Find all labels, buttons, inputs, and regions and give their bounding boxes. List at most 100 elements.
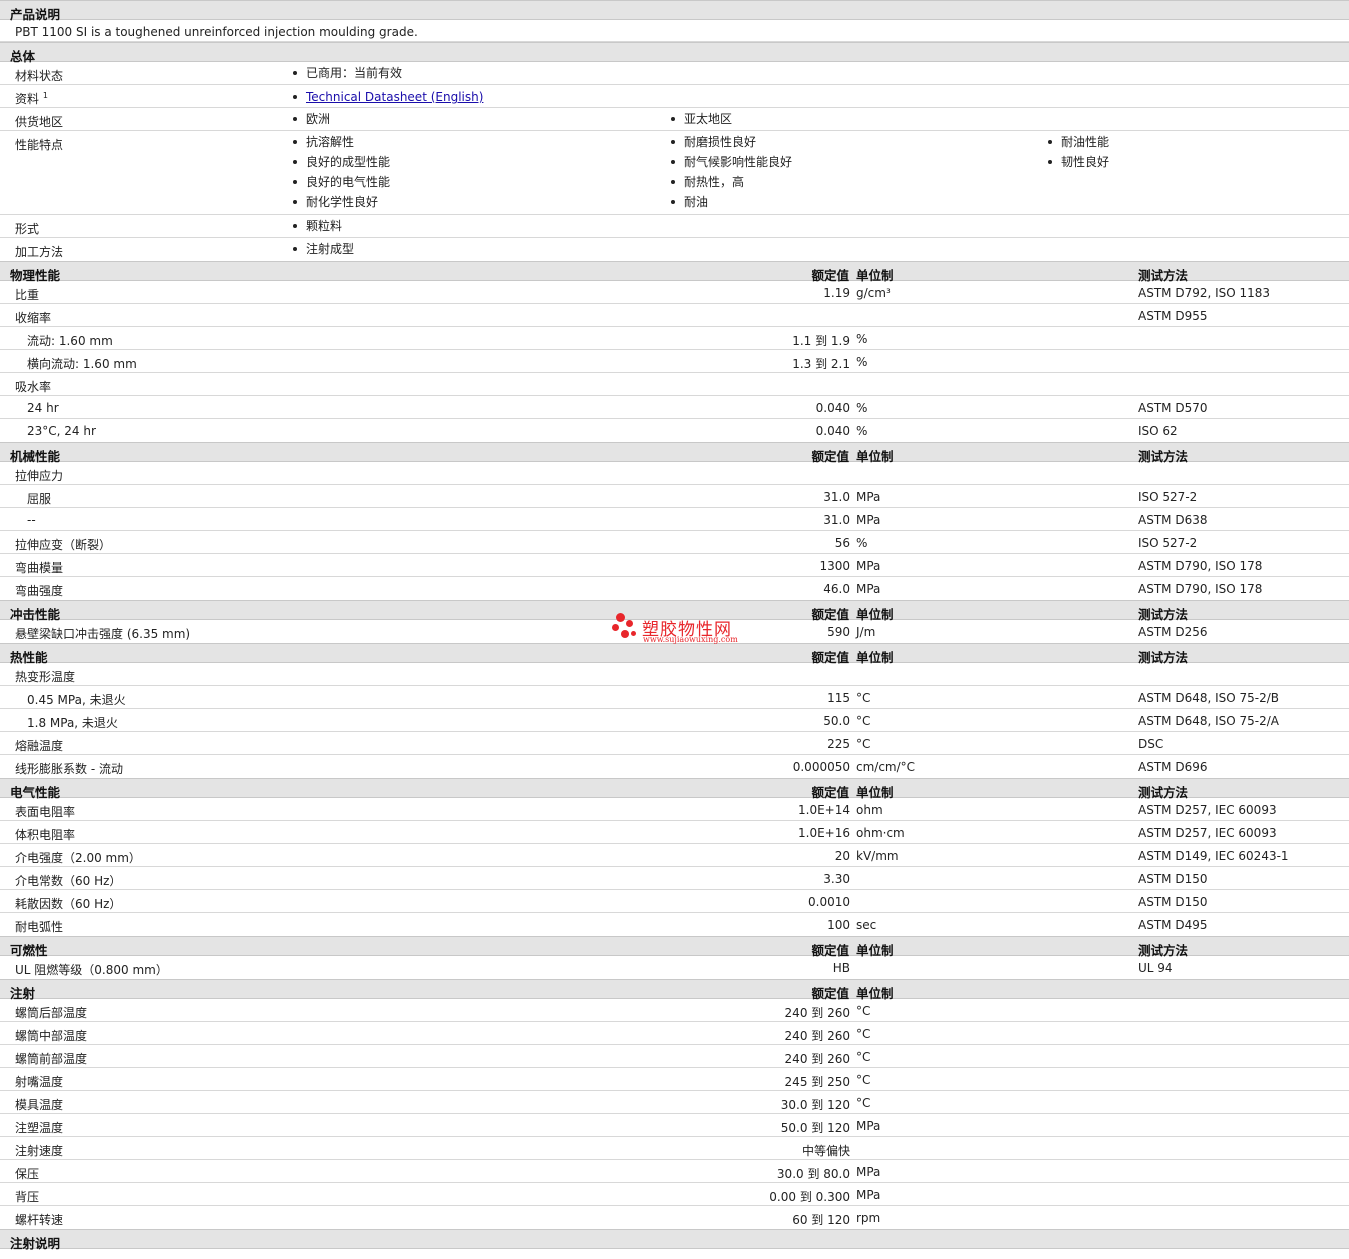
property-value: 56: [834, 536, 850, 550]
property-unit: MPa: [856, 582, 881, 596]
property-test-method: ASTM D149, IEC 60243-1: [1138, 849, 1289, 863]
property-test-method: ASTM D257, IEC 60093: [1138, 803, 1277, 817]
product-description-row: PBT 1100 SI is a toughened unreinforced …: [0, 20, 1349, 42]
table-row: 比重 1.19 g/cm³ ASTM D792, ISO 1183: [0, 281, 1349, 304]
property-label: 流动: 1.60 mm: [27, 334, 113, 348]
property-value: 240 到 260: [784, 1052, 850, 1066]
list-item: 耐热性，高: [668, 172, 792, 192]
section-title: 注射说明: [10, 1236, 61, 1251]
table-row: 流动: 1.60 mm 1.1 到 1.9%: [0, 327, 1349, 350]
table-row: 背压 0.00 到 0.300 MPa: [0, 1183, 1349, 1206]
features-column-1: 抗溶解性 良好的成型性能 良好的电气性能 耐化学性良好: [290, 132, 390, 212]
property-value: 60 到 120: [792, 1213, 850, 1227]
table-row: 体积电阻率 1.0E+16 ohm·cm ASTM D257, IEC 60093: [0, 821, 1349, 844]
list-item: Technical Datasheet (English): [290, 87, 483, 107]
list-item: 注射成型: [290, 239, 354, 259]
features-column-3: 耐油性能 韧性良好: [1045, 132, 1109, 172]
property-label: 1.8 MPa, 未退火: [27, 716, 118, 730]
table-row: 介电强度（2.00 mm） 20 kV/mm ASTM D149, IEC 60243…: [0, 844, 1349, 867]
property-test-method: UL 94: [1138, 961, 1173, 975]
property-value: 50.0: [823, 714, 850, 728]
property-test-method: ASTM D790, ISO 178: [1138, 582, 1263, 596]
general-label: 材料状态: [15, 69, 64, 83]
property-value: 245 到 250: [784, 1075, 850, 1089]
property-test-method: ISO 527-2: [1138, 490, 1198, 504]
property-unit: °C: [856, 714, 871, 728]
property-test-method: ASTM D495: [1138, 918, 1208, 932]
property-label: 体积电阻率: [15, 828, 76, 842]
property-unit: °C: [856, 1073, 871, 1087]
list-item: 耐气候影响性能良好: [668, 152, 792, 172]
property-label: 横向流动: 1.60 mm: [27, 357, 137, 371]
property-test-method: ASTM D648, ISO 75-2/A: [1138, 714, 1279, 728]
general-row-supply-region: 供货地区 欧洲 亚太地区: [0, 108, 1349, 131]
property-value: 30.0 到 120: [780, 1098, 850, 1112]
property-unit: ohm: [856, 803, 883, 817]
list-item: 耐油: [668, 192, 792, 212]
general-values: 已商用：当前有效: [290, 63, 402, 83]
property-value: HB: [832, 961, 850, 975]
property-value: 1.19: [823, 286, 850, 300]
property-label: 背压: [15, 1190, 40, 1204]
property-value: 240 到 260: [784, 1006, 850, 1020]
section-header: 可燃性 额定值 单位制 测试方法: [0, 936, 1349, 958]
property-unit: MPa: [856, 1119, 881, 1133]
list-item: 颗粒料: [290, 216, 342, 236]
table-row: 0.45 MPa, 未退火 115 °C ASTM D648, ISO 75-2/B: [0, 686, 1349, 709]
property-value: 0.040: [815, 401, 850, 415]
property-label: 螺筒中部温度: [15, 1029, 88, 1043]
property-label: 耗散因数（60 Hz）: [15, 897, 122, 911]
property-label: 24 hr: [27, 401, 59, 415]
property-value: 31.0: [823, 513, 850, 527]
footnote-marker: 1: [42, 91, 48, 100]
features-column-2: 耐磨损性良好 耐气候影响性能良好 耐热性，高 耐油: [668, 132, 792, 212]
table-row: 保压 30.0 到 80.0 MPa: [0, 1160, 1349, 1183]
property-unit: MPa: [856, 1165, 881, 1179]
property-label: 介电常数（60 Hz）: [15, 874, 122, 888]
property-label: --: [27, 513, 36, 527]
general-row-documents: 资料 1 Technical Datasheet (English): [0, 85, 1349, 108]
general-label: 资料 1: [15, 91, 48, 106]
table-row: 耗散因数（60 Hz） 0.0010 ASTM D150: [0, 890, 1349, 913]
property-label: 螺筒前部温度: [15, 1052, 88, 1066]
property-unit: °C: [856, 691, 871, 705]
property-unit: MPa: [856, 1188, 881, 1202]
property-unit: %: [856, 401, 868, 415]
table-row: 吸水率: [0, 373, 1349, 396]
table-row: 线形膨胀系数 - 流动 0.000050 cm/cm/°C ASTM D696: [0, 755, 1349, 778]
property-label: 吸水率: [15, 380, 52, 394]
property-value: 1.0E+16: [798, 826, 850, 840]
general-values: 欧洲: [290, 109, 330, 129]
property-value: 0.040: [815, 424, 850, 438]
property-label: 螺筒后部温度: [15, 1006, 88, 1020]
property-unit: °C: [856, 737, 871, 751]
table-row: 模具温度 30.0 到 120 °C: [0, 1091, 1349, 1114]
technical-datasheet-link[interactable]: Technical Datasheet (English): [306, 90, 483, 104]
property-unit: °C: [856, 1096, 871, 1110]
general-values: Technical Datasheet (English): [290, 87, 483, 107]
table-row: -- 31.0 MPa ASTM D638: [0, 508, 1349, 531]
table-row: 射嘴温度 245 到 250 °C: [0, 1068, 1349, 1091]
general-values: 颗粒料: [290, 216, 342, 236]
property-label: 比重: [15, 288, 40, 302]
section-header-general: 总体: [0, 42, 1349, 64]
property-value: 1.1 到 1.9: [792, 334, 850, 348]
table-row: 螺筒中部温度 240 到 260 °C: [0, 1022, 1349, 1045]
property-label: 注塑温度: [15, 1121, 64, 1135]
list-item: 已商用：当前有效: [290, 63, 402, 83]
property-value: 46.0: [823, 582, 850, 596]
table-row: 拉伸应力: [0, 462, 1349, 485]
property-test-method: ASTM D955: [1138, 309, 1208, 323]
logo-dots-icon: [612, 613, 640, 643]
property-label: 注射速度: [15, 1144, 64, 1158]
property-unit: kV/mm: [856, 849, 899, 863]
property-label: 收缩率: [15, 311, 52, 325]
property-label: 模具温度: [15, 1098, 64, 1112]
general-row-material-status: 材料状态 已商用：当前有效: [0, 62, 1349, 85]
property-test-method: ASTM D256: [1138, 625, 1208, 639]
table-row: 收缩率 ASTM D955: [0, 304, 1349, 327]
section-header-product-description: 产品说明: [0, 0, 1349, 22]
general-values: 注射成型: [290, 239, 354, 259]
property-unit: ohm·cm: [856, 826, 905, 840]
table-row: 热变形温度: [0, 663, 1349, 686]
